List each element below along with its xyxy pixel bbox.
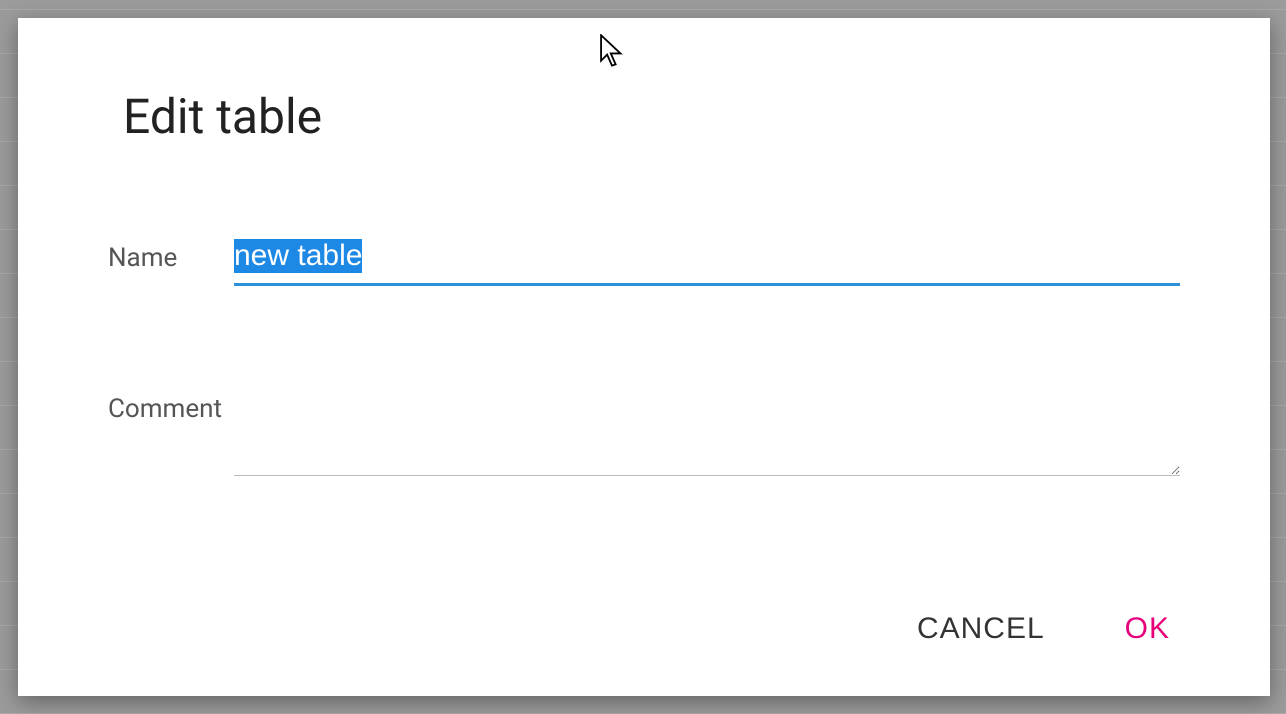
comment-label: Comment (108, 386, 234, 424)
comment-field-row: Comment (108, 386, 1180, 476)
name-label: Name (108, 235, 234, 273)
dialog-title: Edit table (123, 88, 1180, 145)
name-field-row: Name (108, 235, 1180, 286)
name-input[interactable] (234, 235, 1180, 286)
edit-table-dialog: Edit table Name Comment CANCEL OK (18, 18, 1270, 696)
cancel-button[interactable]: CANCEL (917, 612, 1045, 646)
ok-button[interactable]: OK (1125, 612, 1170, 646)
dialog-button-row: CANCEL OK (108, 612, 1180, 646)
comment-input[interactable] (234, 386, 1180, 476)
